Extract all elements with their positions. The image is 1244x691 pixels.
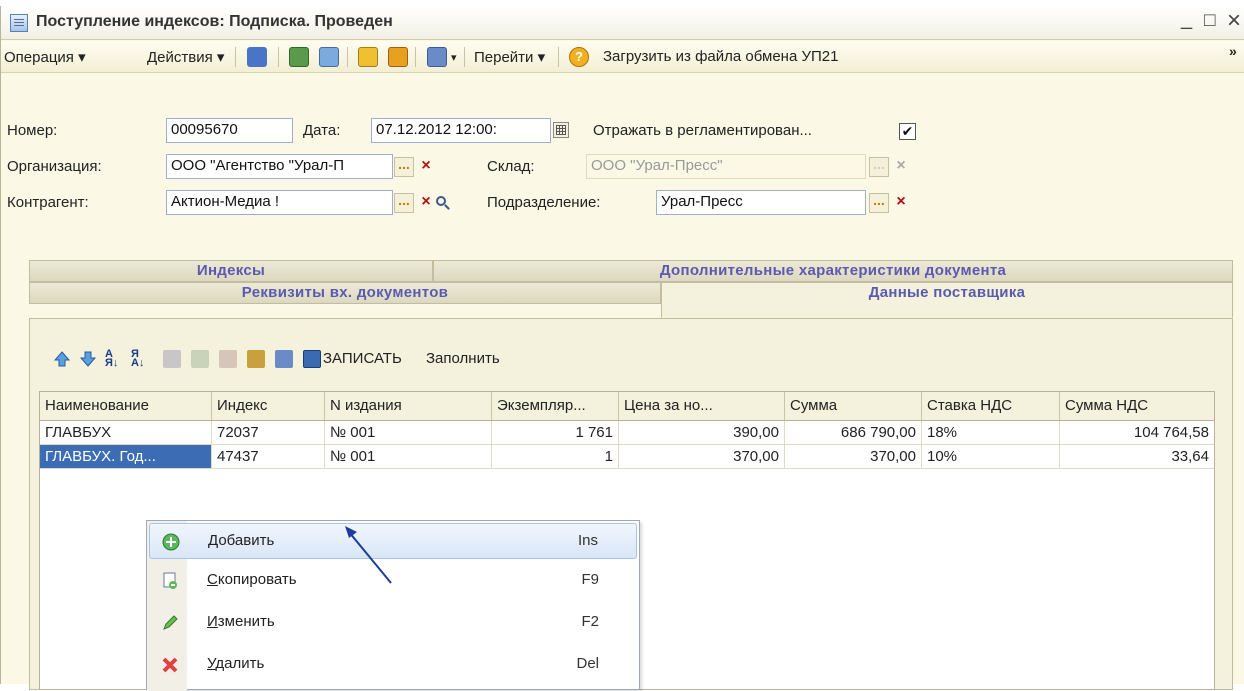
tab-incoming-docs[interactable]: Реквизиты вх. документов <box>29 282 661 304</box>
warehouse-field: ООО "Урал-Пресс" <box>586 154 866 179</box>
organization-clear-icon[interactable]: × <box>417 156 435 176</box>
column-header[interactable]: Сумма <box>785 392 922 421</box>
table-cell[interactable]: 72037 <box>212 421 325 445</box>
counterparty-search-icon[interactable] <box>435 195 451 211</box>
add-icon <box>162 533 180 551</box>
warehouse-label: Склад: <box>487 158 535 175</box>
fill-button[interactable]: Заполнить <box>426 350 500 367</box>
window-title: Поступление индексов: Подписка. Проведен <box>36 13 393 30</box>
table-cell[interactable]: 370,00 <box>619 445 785 469</box>
shortcut-label: Del <box>576 655 599 672</box>
close-button[interactable]: × <box>1227 7 1241 35</box>
date-label: Дата: <box>303 122 341 139</box>
menu-item-edit[interactable]: Изменить F2 <box>149 605 637 641</box>
goto-menu[interactable]: Перейти ▾ <box>474 48 545 66</box>
organization-field[interactable]: ООО "Агентство "Урал-П <box>166 154 393 179</box>
sort-asc-icon[interactable]: A Я↓ <box>105 349 123 369</box>
document-window: Поступление индексов: Подписка. Проведен… <box>0 6 1244 691</box>
column-header[interactable]: Наименование <box>40 392 212 421</box>
reflect-checkbox[interactable]: ✔ <box>899 123 916 140</box>
actions-menu[interactable]: Действия ▾ <box>147 48 224 66</box>
clear-filter-icon <box>219 350 237 368</box>
title-bar: Поступление индексов: Подписка. Проведен… <box>1 6 1244 40</box>
warehouse-select-button: ... <box>869 157 889 177</box>
calendar-icon[interactable] <box>553 122 569 138</box>
shortcut-label: Ins <box>577 532 598 549</box>
main-toolbar: Операция ▾ Действия ▾ ▾ Перейти ▾ ? Загр… <box>1 41 1244 73</box>
division-clear-icon[interactable]: × <box>892 192 910 212</box>
copy-doc-icon[interactable] <box>319 47 339 67</box>
table-cell[interactable]: 47437 <box>212 445 325 469</box>
number-field[interactable]: 00095670 <box>166 118 293 143</box>
division-select-button[interactable]: ... <box>869 193 889 213</box>
column-header[interactable]: Экземпляр... <box>492 392 619 421</box>
counterparty-select-button[interactable]: ... <box>394 193 414 213</box>
maximize-button[interactable]: □ <box>1204 10 1215 32</box>
refresh-icon[interactable] <box>289 47 309 67</box>
organization-label: Организация: <box>7 158 102 175</box>
table-cell[interactable]: 104 764,58 <box>1060 421 1214 445</box>
column-header[interactable]: Ставка НДС <box>922 392 1060 421</box>
table-cell[interactable]: 370,00 <box>785 445 922 469</box>
tab-supplier-data[interactable]: Данные поставщика <box>661 282 1233 318</box>
move-up-icon[interactable] <box>53 350 71 368</box>
table-cell[interactable]: 1 761 <box>492 421 619 445</box>
table-cell[interactable]: 18% <box>922 421 1060 445</box>
table-cell[interactable]: № 001 <box>325 421 492 445</box>
organization-select-button[interactable]: ... <box>394 157 414 177</box>
table-cell-selected[interactable]: ГЛАВБУХ. Год... <box>40 445 212 469</box>
table-cell[interactable]: 686 790,00 <box>785 421 922 445</box>
document-icon <box>10 14 28 32</box>
division-field[interactable]: Урал-Пресс <box>656 190 866 215</box>
tab-indexes[interactable]: Индексы <box>29 260 433 282</box>
menu-item-delete[interactable]: Удалить Del <box>149 647 637 683</box>
division-label: Подразделение: <box>487 194 601 211</box>
copy-icon <box>161 572 179 590</box>
tab-additional-properties[interactable]: Дополнительные характеристики документа <box>433 260 1233 282</box>
shortcut-label: F2 <box>581 613 599 630</box>
column-header[interactable]: Сумма НДС <box>1060 392 1214 421</box>
toolbar-overflow-icon[interactable]: » <box>1229 43 1237 59</box>
annotation-arrow-icon <box>345 526 392 584</box>
load-from-exchange-button[interactable]: Загрузить из файла обмена УП21 <box>603 48 838 65</box>
edit-icon <box>161 614 179 632</box>
column-header[interactable]: N издания <box>325 392 492 421</box>
column-header[interactable]: Цена за но... <box>619 392 785 421</box>
filter-icon <box>163 350 181 368</box>
table-cell[interactable]: 1 <box>492 445 619 469</box>
counterparty-clear-icon[interactable]: × <box>417 192 435 212</box>
table-cell[interactable]: ГЛАВБУХ <box>40 421 212 445</box>
write-button[interactable]: ЗАПИСАТЬ <box>323 350 402 367</box>
operation-menu[interactable]: Операция ▾ <box>4 48 86 66</box>
help-icon[interactable]: ? <box>569 47 589 67</box>
post-close-icon[interactable] <box>247 47 267 67</box>
post-icon[interactable] <box>358 47 378 67</box>
counterparty-label: Контрагент: <box>7 194 89 211</box>
sort-desc-icon[interactable]: Я A↓ <box>131 349 149 369</box>
minimize-button[interactable]: _ <box>1181 8 1192 31</box>
date-field[interactable]: 07.12.2012 12:00: <box>371 118 551 143</box>
shortcut-label: F9 <box>581 571 599 588</box>
save-disk-icon[interactable] <box>303 350 321 368</box>
unpost-icon[interactable] <box>388 47 408 67</box>
delete-icon <box>161 656 179 674</box>
table-cell[interactable]: № 001 <box>325 445 492 469</box>
move-down-icon[interactable] <box>79 350 97 368</box>
counterparty-field[interactable]: Актион-Медиа ! <box>166 190 393 215</box>
reflect-label: Отражать в регламентирован... <box>593 122 812 139</box>
table-cell[interactable]: 33,64 <box>1060 445 1214 469</box>
print-icon[interactable] <box>275 350 293 368</box>
table-cell[interactable]: 390,00 <box>619 421 785 445</box>
edit-row-icon[interactable] <box>247 350 265 368</box>
based-on-icon[interactable] <box>427 47 447 67</box>
number-label: Номер: <box>7 122 58 139</box>
column-header[interactable]: Индекс <box>212 392 325 421</box>
filter-list-icon <box>191 350 209 368</box>
table-cell[interactable]: 10% <box>922 445 1060 469</box>
warehouse-clear-icon: × <box>896 157 906 174</box>
